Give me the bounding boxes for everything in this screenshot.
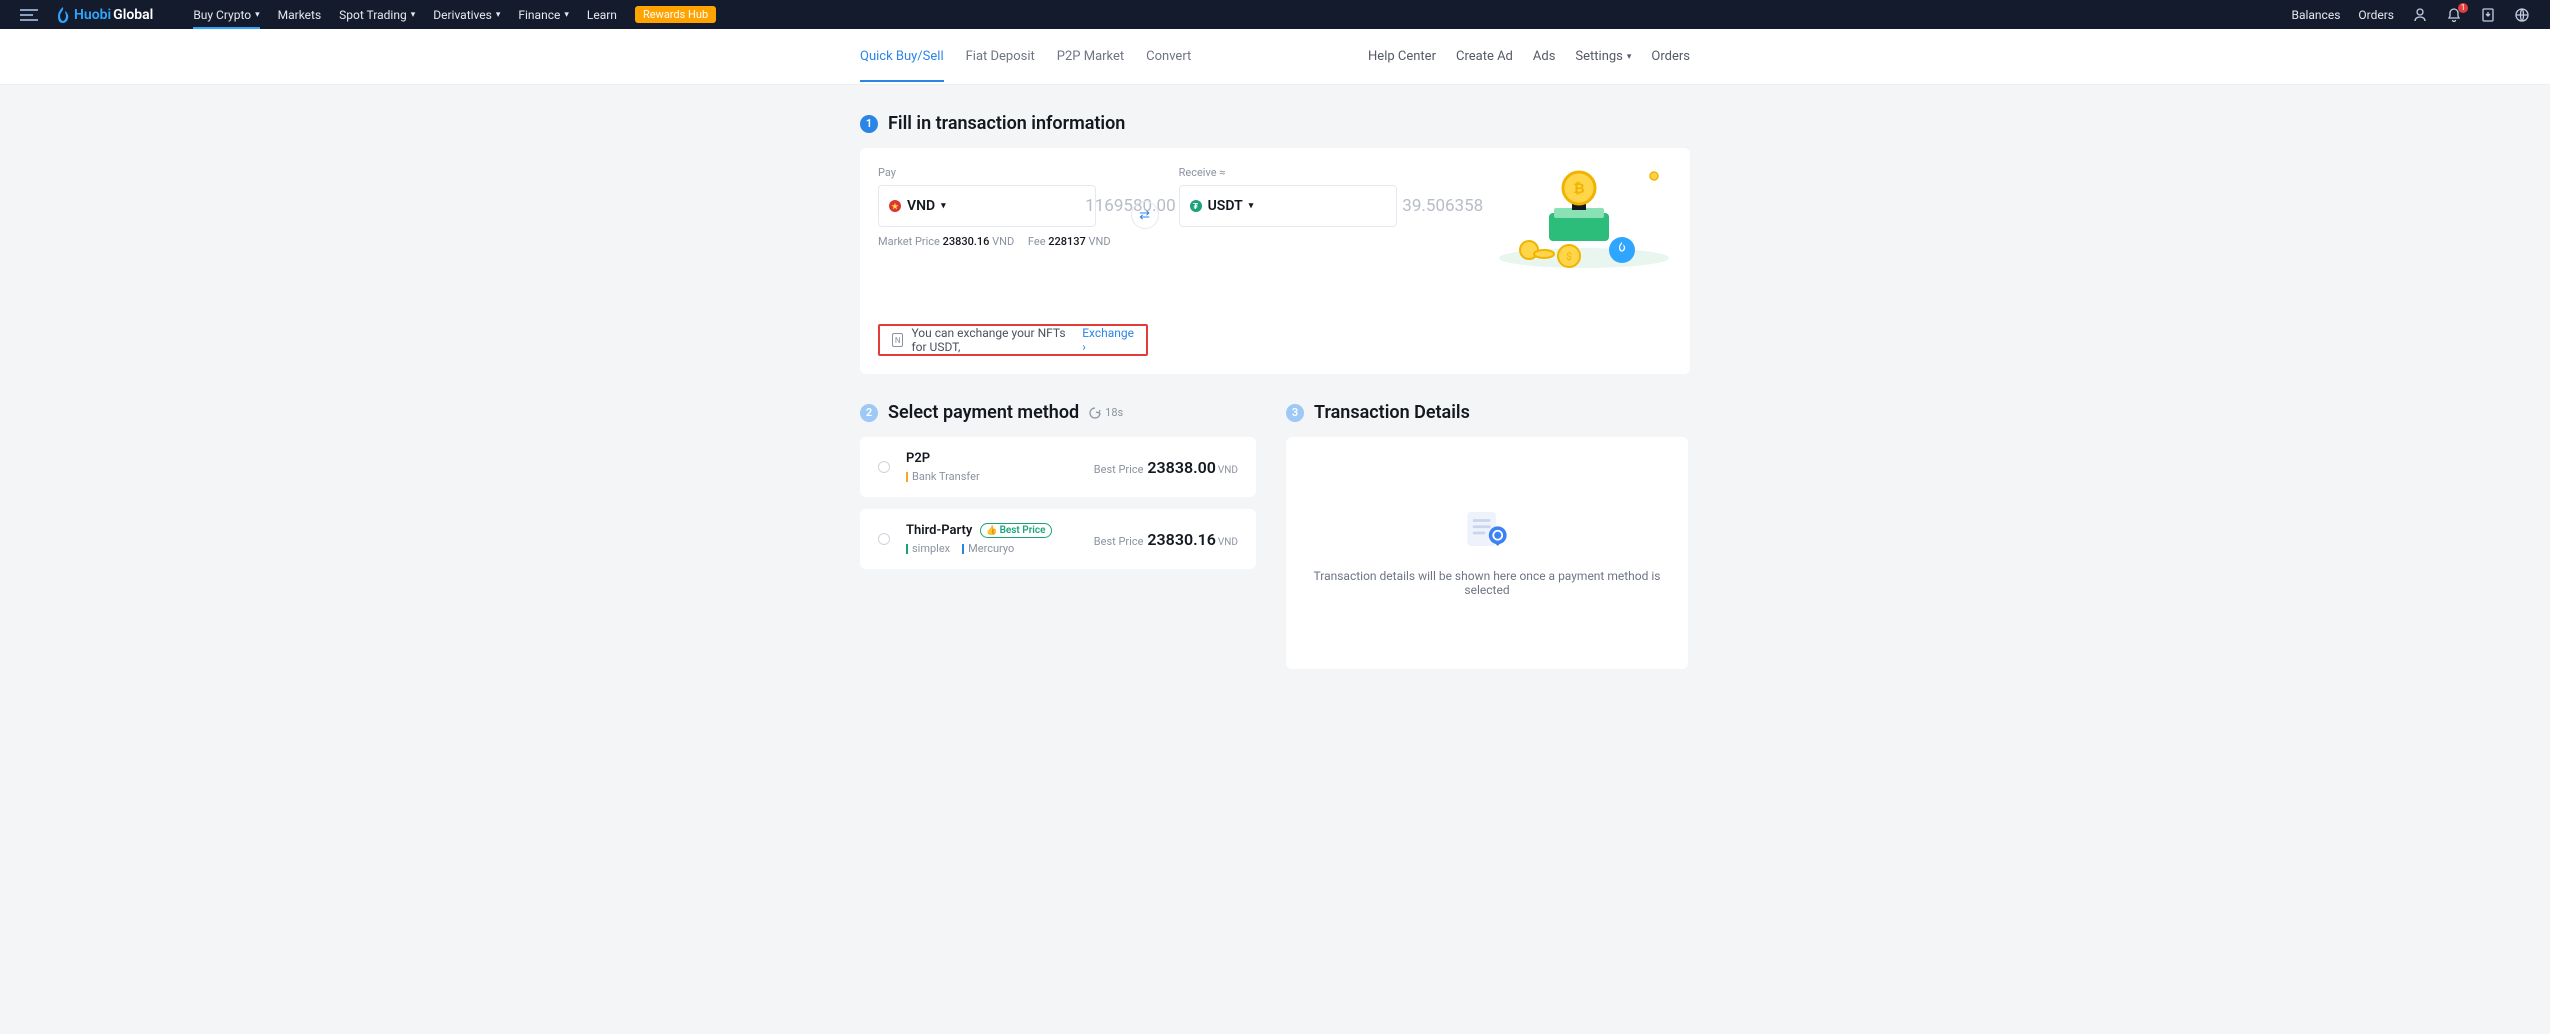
empty-details-message: Transaction details will be shown here o… [1306,569,1668,597]
pay-column: Pay ★ VND ▾ Market Price 23830.16 VND Fe… [878,166,1111,248]
nav-derivatives[interactable]: Derivatives▾ [433,8,500,22]
usdt-icon: ₮ [1190,200,1202,212]
flame-icon [56,7,70,23]
help-center-link[interactable]: Help Center [1368,49,1436,64]
nav-spot-trading[interactable]: Spot Trading▾ [339,8,415,22]
step3-title: Transaction Details [1314,402,1470,423]
nft-icon: N [892,333,903,347]
tab-convert[interactable]: Convert [1146,49,1191,82]
user-icon[interactable] [2412,7,2428,23]
vnd-icon: ★ [889,200,901,212]
create-ad-link[interactable]: Create Ad [1456,49,1513,64]
nav-learn[interactable]: Learn [587,8,617,22]
receive-currency-selector[interactable]: ₮ USDT ▾ [1190,198,1254,214]
notification-badge: 1 [2458,3,2468,13]
step2-header: 2 Select payment method 18s [860,402,1256,423]
chevron-down-icon: ▾ [496,10,501,20]
logo-text-a: Huobi [74,7,111,23]
payment-option-title: P2P [906,451,1094,466]
coin-illustration: ₿ $ [1494,158,1674,258]
price-row: Market Price 23830.16 VND Fee 228137 VND [878,235,1111,248]
bell-icon[interactable]: 1 [2446,7,2462,23]
chevron-down-icon: ▾ [1249,201,1254,211]
step-number-2: 2 [860,404,878,422]
ads-link[interactable]: Ads [1533,49,1556,64]
payment-providers: simplex Mercuryo [906,542,1094,555]
orders-link-sub[interactable]: Orders [1651,49,1690,64]
step-number-1: 1 [860,115,878,133]
empty-details-icon [1462,509,1512,549]
step2-title: Select payment method [888,402,1079,423]
pay-currency-code: VND [907,198,935,214]
topbar-right: Balances Orders 1 [2291,7,2530,23]
nav-finance[interactable]: Finance▾ [518,8,569,22]
rewards-hub-button[interactable]: Rewards Hub [635,6,716,23]
pay-input-box: ★ VND ▾ [878,185,1096,227]
nft-text: You can exchange your NFTs for USDT, [911,326,1074,354]
orders-link[interactable]: Orders [2358,8,2394,22]
payment-option-title: Third-Party Best Price [906,523,1094,538]
settings-link[interactable]: Settings▾ [1575,49,1631,64]
globe-icon[interactable] [2514,7,2530,23]
receive-column: Receive ≈ ₮ USDT ▾ [1179,166,1397,227]
payment-price: Best Price 23830.16VND [1094,530,1238,549]
subbar: Quick Buy/Sell Fiat Deposit P2P Market C… [0,29,2550,85]
svg-text:₿: ₿ [1573,181,1584,197]
swap-button[interactable]: ⇄ [1131,201,1159,229]
chevron-down-icon: ▾ [564,10,569,20]
nft-exchange-link[interactable]: Exchange › [1082,326,1134,354]
menu-icon[interactable] [20,9,38,21]
refresh-countdown: 18s [1089,406,1123,419]
pay-currency-selector[interactable]: ★ VND ▾ [889,198,946,214]
step3-header: 3 Transaction Details [1286,402,1688,423]
pay-label: Pay [878,166,1111,179]
nft-exchange-banner: N You can exchange your NFTs for USDT, E… [878,324,1148,356]
sub-tabs: Quick Buy/Sell Fiat Deposit P2P Market C… [860,49,1191,64]
logo[interactable]: Huobi Global [56,7,153,23]
step-number-3: 3 [1286,404,1304,422]
svg-text:$: $ [1566,250,1572,263]
chevron-down-icon: ▾ [255,10,260,20]
payment-option-p2p[interactable]: P2P Bank Transfer Best Price 23838.00VND [860,437,1256,497]
radio-icon [878,461,890,473]
payment-price: Best Price 23838.00VND [1094,458,1238,477]
step1-header: 1 Fill in transaction information [860,113,1690,134]
download-icon[interactable] [2480,7,2496,23]
chevron-down-icon: ▾ [941,201,946,211]
radio-icon [878,533,890,545]
transaction-details-body: Transaction details will be shown here o… [1286,437,1688,669]
nav-buy-crypto[interactable]: Buy Crypto▾ [193,8,259,29]
receive-input-box: ₮ USDT ▾ [1179,185,1397,227]
balances-link[interactable]: Balances [2291,8,2340,22]
step1-title: Fill in transaction information [888,113,1125,134]
payment-method-section: 2 Select payment method 18s P2P Bank Tra… [860,402,1256,669]
top-nav: Buy Crypto▾ Markets Spot Trading▾ Deriva… [193,6,716,23]
transaction-details-section: 3 Transaction Details Transaction detai [1286,402,1688,669]
topbar: Huobi Global Buy Crypto▾ Markets Spot Tr… [0,0,2550,29]
receive-currency-code: USDT [1208,198,1243,214]
best-price-badge: Best Price [980,523,1051,538]
tab-quick-buy-sell[interactable]: Quick Buy/Sell [860,49,944,82]
transaction-card: Pay ★ VND ▾ Market Price 23830.16 VND Fe… [860,148,1690,374]
chevron-down-icon: ▾ [1627,52,1632,62]
main: 1 Fill in transaction information Pay ★ … [860,113,1690,669]
receive-label: Receive ≈ [1179,166,1397,179]
tab-p2p-market[interactable]: P2P Market [1057,49,1124,82]
chevron-down-icon: ▾ [411,10,416,20]
nav-markets[interactable]: Markets [278,8,322,22]
receive-amount-input[interactable] [1261,196,1483,216]
payment-option-third-party[interactable]: Third-Party Best Price simplex Mercuryo … [860,509,1256,569]
tab-fiat-deposit[interactable]: Fiat Deposit [966,49,1035,82]
sub-links: Help Center Create Ad Ads Settings▾ Orde… [1368,49,1690,64]
logo-text-b: Global [113,7,153,23]
payment-providers: Bank Transfer [906,470,1094,483]
